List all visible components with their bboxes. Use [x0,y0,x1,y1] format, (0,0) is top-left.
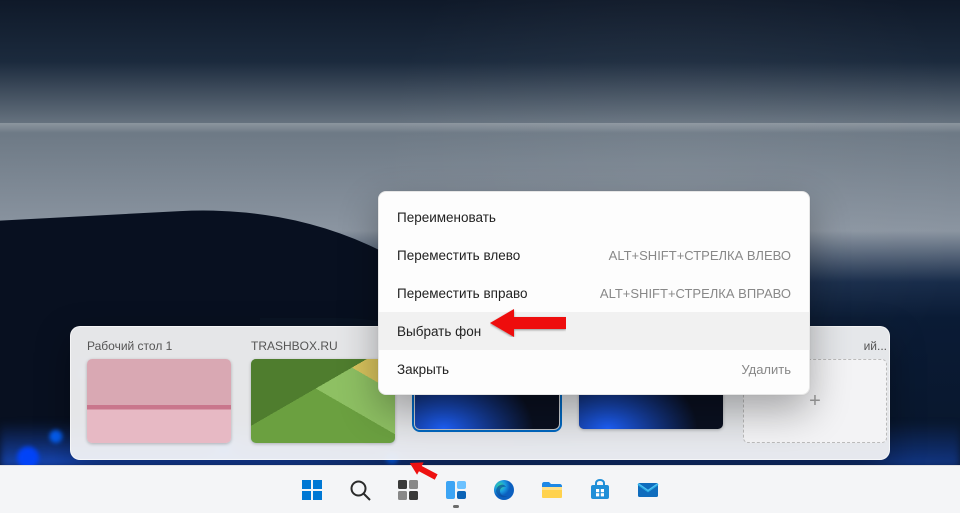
ctx-shortcut: ALT+SHIFT+СТРЕЛКА ВПРАВО [600,286,791,301]
store-icon [588,478,612,502]
ctx-move-right[interactable]: Переместить вправо ALT+SHIFT+СТРЕЛКА ВПР… [379,274,809,312]
ctx-move-left[interactable]: Переместить влево ALT+SHIFT+СТРЕЛКА ВЛЕВ… [379,236,809,274]
widgets-icon [396,478,420,502]
desktop-label: TRASHBOX.RU [251,339,395,353]
task-view-button[interactable] [435,469,477,511]
mail-icon [636,478,660,502]
ctx-shortcut: ALT+SHIFT+СТРЕЛКА ВЛЕВО [609,248,791,263]
explorer-icon [540,478,564,502]
ctx-secondary: Удалить [741,362,791,377]
ctx-label: Переименовать [397,210,791,225]
ctx-rename[interactable]: Переименовать [379,198,809,236]
taskbar [0,465,960,513]
taskview-icon [444,478,468,502]
edge-icon [492,478,516,502]
plus-icon: + [809,390,821,413]
ctx-choose-background[interactable]: Выбрать фон [379,312,809,350]
annotation-arrow [490,309,566,337]
store-button[interactable] [579,469,621,511]
file-explorer-button[interactable] [531,469,573,511]
edge-button[interactable] [483,469,525,511]
virtual-desktop[interactable]: TRASHBOX.RU [251,339,395,445]
start-icon [300,478,324,502]
ctx-label: Закрыть [397,362,741,377]
ctx-label: Выбрать фон [397,324,791,339]
ctx-close[interactable]: Закрыть Удалить [379,350,809,388]
context-menu: Переименовать Переместить влево ALT+SHIF… [378,191,810,395]
desktop-label: Рабочий стол 1 [87,339,231,353]
search-button[interactable] [339,469,381,511]
ctx-label: Переместить вправо [397,286,600,301]
desktop-thumbnail[interactable] [87,359,231,443]
search-icon [348,478,372,502]
desktop-thumbnail[interactable] [251,359,395,443]
mail-button[interactable] [627,469,669,511]
virtual-desktop[interactable]: Рабочий стол 1 [87,339,231,445]
ctx-label: Переместить влево [397,248,609,263]
start-button[interactable] [291,469,333,511]
